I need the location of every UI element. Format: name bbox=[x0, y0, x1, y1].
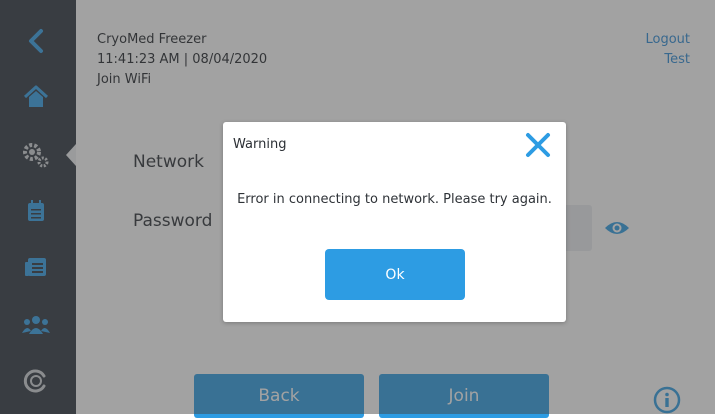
app-screen: CryoMed Freezer 11:41:23 AM | 08/04/2020… bbox=[0, 0, 715, 418]
ok-button[interactable]: Ok bbox=[325, 249, 465, 300]
dialog-title: Warning bbox=[233, 137, 287, 152]
close-icon[interactable] bbox=[524, 131, 552, 159]
warning-dialog: Warning Error in connecting to network. … bbox=[223, 122, 566, 322]
dialog-message: Error in connecting to network. Please t… bbox=[237, 192, 552, 207]
